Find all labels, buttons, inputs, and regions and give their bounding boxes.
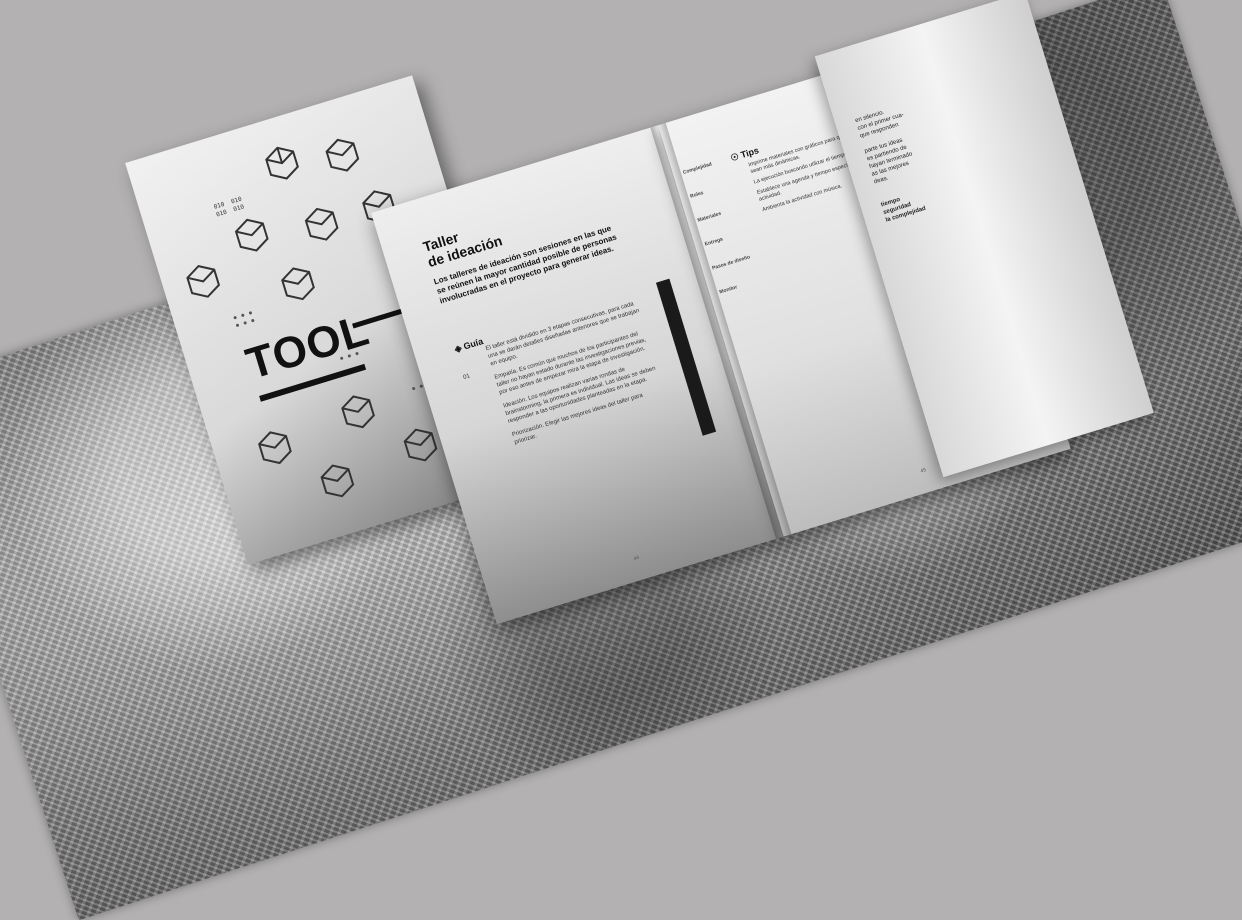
cover-code-4: 010 <box>233 203 246 213</box>
right-page-fragment: en silencio. con el primer cua- que resp… <box>854 82 1002 224</box>
compass-icon: ◈ <box>453 342 463 355</box>
page-number-left: 44 <box>632 554 641 563</box>
page-number-right: 45 <box>919 467 927 475</box>
guia-body: El taller está dividido en 3 etapas cons… <box>485 299 671 453</box>
step-number: 01 <box>462 373 471 382</box>
guia-label: Guía <box>462 336 485 352</box>
lightbulb-icon: ☉ <box>729 151 741 164</box>
cover-code-3: 010 <box>215 209 228 219</box>
guia-heading: ◈ Guía <box>453 336 484 355</box>
